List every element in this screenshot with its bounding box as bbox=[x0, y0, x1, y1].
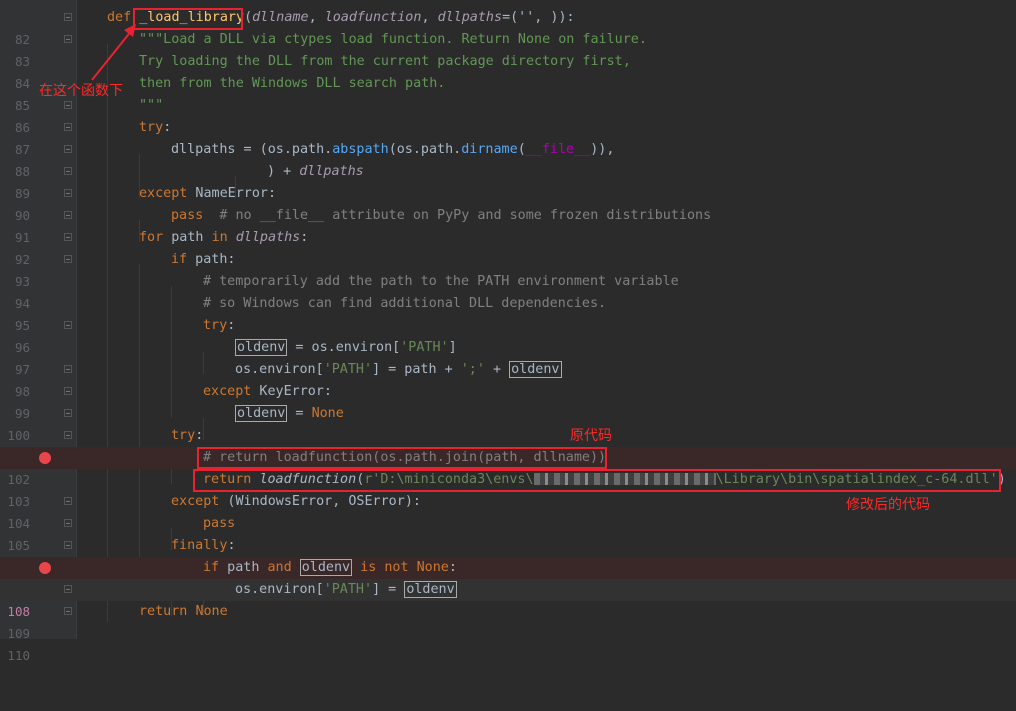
fold-icon[interactable] bbox=[64, 541, 72, 549]
fold-icon[interactable] bbox=[64, 387, 72, 395]
code-text: # temporarily add the path to the PATH e… bbox=[203, 274, 679, 289]
code-line-86[interactable]: 86 """ bbox=[0, 95, 1016, 135]
code-text: dllpaths = (os.path.abspath(os.path.dirn… bbox=[171, 142, 615, 157]
code-text: # return loadfunction(os.path.join(path,… bbox=[203, 450, 607, 465]
code-text: """Load a DLL via ctypes load function. … bbox=[139, 32, 647, 47]
code-line-105[interactable]: 105 pass bbox=[0, 513, 1016, 553]
breakpoint-icon[interactable] bbox=[39, 452, 51, 464]
fold-icon[interactable] bbox=[64, 255, 72, 263]
fold-icon[interactable] bbox=[64, 607, 72, 615]
code-text: os.environ['PATH'] = oldenv bbox=[235, 581, 457, 598]
code-text: oldenv = os.environ['PATH'] bbox=[235, 339, 457, 356]
code-line-87[interactable]: 87 try: bbox=[0, 117, 1016, 157]
code-line-109[interactable]: 109 return None bbox=[0, 601, 1016, 641]
code-line-90[interactable]: 90 except NameError: bbox=[0, 183, 1016, 223]
code-editor[interactable]: 82 def _load_library(dllname, loadfuncti… bbox=[0, 0, 1016, 663]
code-text: for path in dllpaths: bbox=[139, 230, 309, 245]
code-text: pass # no __file__ attribute on PyPy and… bbox=[171, 208, 712, 223]
code-line-84[interactable]: 84 Try loading the DLL from the current … bbox=[0, 51, 1016, 91]
code-line-106[interactable]: 106 finally: bbox=[0, 535, 1016, 575]
code-line-82[interactable]: 82 def _load_library(dllname, loadfuncti… bbox=[0, 7, 1016, 47]
fold-icon[interactable] bbox=[64, 497, 72, 505]
original-code-label: 原代码 bbox=[570, 428, 612, 444]
fold-icon[interactable] bbox=[64, 321, 72, 329]
code-line-101[interactable]: 101 try: bbox=[0, 425, 1016, 465]
fold-icon[interactable] bbox=[64, 519, 72, 527]
code-text: """ bbox=[139, 98, 164, 113]
code-text: # so Windows can find additional DLL dep… bbox=[203, 296, 607, 311]
modified-code-label: 修改后的代码 bbox=[846, 497, 930, 513]
code-text: except NameError: bbox=[139, 186, 277, 201]
function-note-label: 在这个函数下 bbox=[39, 83, 123, 99]
code-text: os.environ['PATH'] = path + ';' + oldenv bbox=[235, 361, 562, 378]
code-text: except KeyError: bbox=[203, 384, 332, 399]
redacted-path bbox=[533, 473, 716, 485]
code-text: try: bbox=[171, 428, 204, 443]
code-text: finally: bbox=[171, 538, 236, 553]
breakpoint-icon[interactable] bbox=[39, 562, 51, 574]
code-text: if path: bbox=[171, 252, 236, 267]
code-line-91[interactable]: 91 pass # no __file__ attribute on PyPy … bbox=[0, 205, 1016, 245]
code-text: ) + dllpaths bbox=[267, 164, 364, 179]
fold-icon[interactable] bbox=[64, 431, 72, 439]
code-line-100[interactable]: 100 oldenv = None bbox=[0, 403, 1016, 443]
fold-icon[interactable] bbox=[64, 409, 72, 417]
fold-icon[interactable] bbox=[64, 211, 72, 219]
code-line-98[interactable]: 98 os.environ['PATH'] = path + ';' + old… bbox=[0, 359, 1016, 399]
code-text: try: bbox=[203, 318, 236, 333]
code-line-110[interactable]: 110 bbox=[0, 623, 1016, 663]
code-text: pass bbox=[203, 516, 236, 531]
code-line-88[interactable]: 88 dllpaths = (os.path.abspath(os.path.d… bbox=[0, 139, 1016, 179]
fold-icon[interactable] bbox=[64, 167, 72, 175]
code-line-107[interactable]: 107 if path and oldenv is not None: bbox=[0, 557, 1016, 597]
code-text: if path and oldenv is not None: bbox=[203, 559, 457, 576]
code-text: def _load_library(dllname, loadfunction,… bbox=[107, 10, 575, 25]
fold-icon[interactable] bbox=[64, 123, 72, 131]
code-line-85[interactable]: 85 then from the Windows DLL search path… bbox=[0, 73, 1016, 113]
code-text: return None bbox=[139, 604, 228, 619]
code-line-95[interactable]: 95 # so Windows can find additional DLL … bbox=[0, 293, 1016, 333]
code-text: try: bbox=[139, 120, 172, 135]
code-line-89[interactable]: 89 ) + dllpaths bbox=[0, 161, 1016, 201]
code-text: Try loading the DLL from the current pac… bbox=[139, 54, 631, 69]
fold-icon[interactable] bbox=[64, 13, 72, 21]
code-text: except (WindowsError, OSError): bbox=[171, 494, 421, 509]
code-line-108[interactable]: 108 os.environ['PATH'] = oldenv bbox=[0, 579, 1016, 619]
fold-icon[interactable] bbox=[64, 35, 72, 43]
fold-icon[interactable] bbox=[64, 189, 72, 197]
code-text: oldenv = None bbox=[235, 405, 344, 422]
code-line-97[interactable]: 97 oldenv = os.environ['PATH'] bbox=[0, 337, 1016, 377]
code-text: then from the Windows DLL search path. bbox=[139, 76, 446, 91]
code-line-102[interactable]: 102 # return loadfunction(os.path.join(p… bbox=[0, 447, 1016, 487]
code-line-92[interactable]: 92 for path in dllpaths: bbox=[0, 227, 1016, 267]
fold-icon[interactable] bbox=[64, 233, 72, 241]
code-line-99[interactable]: 99 except KeyError: bbox=[0, 381, 1016, 421]
line-number: 110 bbox=[7, 648, 30, 663]
fold-icon[interactable] bbox=[64, 585, 72, 593]
fold-icon[interactable] bbox=[64, 145, 72, 153]
code-line-93[interactable]: 93 if path: bbox=[0, 249, 1016, 289]
code-line-94[interactable]: 94 # temporarily add the path to the PAT… bbox=[0, 271, 1016, 311]
fold-icon[interactable] bbox=[64, 365, 72, 373]
code-line-103[interactable]: 103 return loadfunction(r'D:\miniconda3\… bbox=[0, 469, 1016, 509]
fold-icon[interactable] bbox=[64, 101, 72, 109]
code-text: return loadfunction(r'D:\miniconda3\envs… bbox=[203, 472, 1006, 487]
code-line-96[interactable]: 96 try: bbox=[0, 315, 1016, 355]
code-line-83[interactable]: 83 """Load a DLL via ctypes load functio… bbox=[0, 29, 1016, 69]
